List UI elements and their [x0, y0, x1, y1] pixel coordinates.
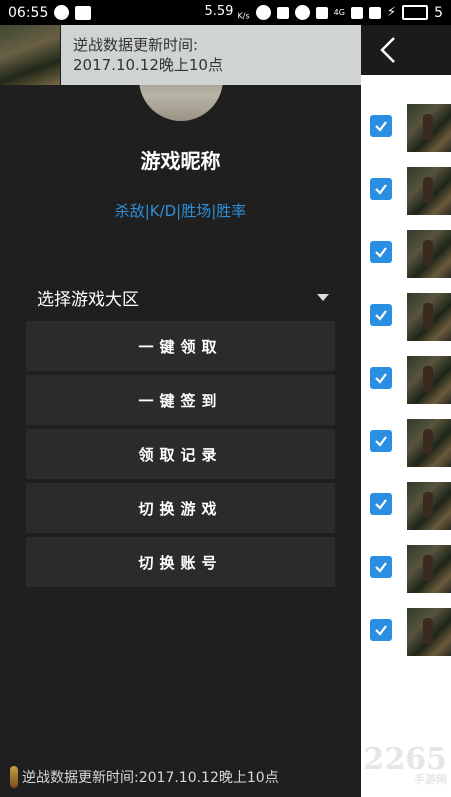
update-notice: 逆战数据更新时间: 2017.10.12晚上10点 — [61, 25, 361, 85]
battery-level: 5 — [434, 4, 443, 21]
check-icon — [375, 310, 387, 321]
game-thumbnail — [407, 545, 451, 593]
game-thumbnail — [407, 167, 451, 215]
footer-text: 逆战数据更新时间:2017.10.12晚上10点 — [22, 770, 279, 786]
list-item[interactable] — [361, 221, 451, 284]
status-bar: 06:55 5.59 K/s 4G ⚡ 5 — [0, 0, 451, 25]
wifi-icon — [315, 6, 328, 19]
claim-history-button[interactable]: 领取记录 — [26, 429, 335, 479]
list-item[interactable] — [361, 599, 451, 662]
game-nickname: 游戏昵称 — [140, 149, 221, 173]
notice-line-2: 2017.10.12晚上10点 — [73, 56, 223, 74]
network-speed: 5.59 K/s — [204, 4, 249, 21]
signal-2-icon — [368, 6, 381, 19]
list-item[interactable] — [361, 284, 451, 347]
game-thumbnail — [407, 230, 451, 278]
watermark-logo: 2265 手游网 — [364, 742, 448, 787]
game-thumbnail — [407, 104, 451, 152]
checkbox[interactable] — [370, 367, 392, 389]
check-icon — [375, 184, 387, 195]
switch-account-button[interactable]: 切换账号 — [26, 537, 335, 587]
network-speed-value: 5.59 — [204, 4, 234, 20]
game-banner-image — [0, 25, 60, 85]
game-thumbnail — [407, 482, 451, 530]
charging-icon: ⚡ — [386, 5, 397, 20]
caret-down-icon — [317, 293, 329, 301]
region-select-label: 选择游戏大区 — [37, 289, 139, 310]
game-thumbnail — [407, 356, 451, 404]
status-bar-right: 5.59 K/s 4G ⚡ 5 — [204, 4, 443, 21]
signal-label: 4G — [333, 8, 345, 17]
notice-line-1: 逆战数据更新时间: — [73, 36, 199, 54]
mute-icon — [276, 6, 289, 19]
chat-notification-icon — [54, 5, 70, 20]
checkbox[interactable] — [370, 304, 392, 326]
flame-icon — [10, 766, 18, 788]
game-thumbnail — [407, 608, 451, 656]
checkbox[interactable] — [370, 619, 392, 641]
check-icon — [375, 247, 387, 258]
checkbox[interactable] — [370, 556, 392, 578]
chevron-left-icon — [380, 37, 395, 63]
player-stats: 杀敌|K/D|胜场|胜率 — [114, 202, 247, 220]
back-button[interactable] — [373, 33, 403, 67]
switch-game-button[interactable]: 切换游戏 — [26, 483, 335, 533]
network-speed-unit: K/s — [237, 11, 250, 21]
checkin-all-button[interactable]: 一键签到 — [26, 375, 335, 425]
signal-icon — [350, 6, 363, 19]
alarm-icon — [294, 5, 310, 20]
checkbox[interactable] — [370, 178, 392, 200]
status-time: 06:55 — [8, 4, 49, 21]
claim-all-button[interactable]: 一键领取 — [26, 321, 335, 371]
checkbox[interactable] — [370, 493, 392, 515]
content-header — [361, 25, 451, 75]
check-icon — [375, 562, 387, 573]
checkbox[interactable] — [370, 241, 392, 263]
check-icon — [375, 436, 387, 447]
check-icon — [375, 625, 387, 636]
checkbox[interactable] — [370, 430, 392, 452]
footer-update-notice: 逆战数据更新时间:2017.10.12晚上10点 — [0, 757, 361, 797]
list-item[interactable] — [361, 536, 451, 599]
game-thumbnail — [407, 293, 451, 341]
check-icon — [375, 499, 387, 510]
checkbox[interactable] — [370, 115, 392, 137]
game-thumbnail — [407, 419, 451, 467]
status-bar-left: 06:55 — [8, 4, 92, 21]
region-select[interactable]: 选择游戏大区 — [37, 282, 337, 312]
list-item[interactable] — [361, 95, 451, 158]
list-item[interactable] — [361, 473, 451, 536]
navigation-drawer: 逆战数据更新时间: 2017.10.12晚上10点 游戏昵称 杀敌|K/D|胜场… — [0, 25, 361, 797]
check-icon — [375, 121, 387, 132]
battery-icon — [402, 5, 429, 20]
check-icon — [375, 373, 387, 384]
list-item[interactable] — [361, 410, 451, 473]
headphone-icon — [255, 5, 271, 20]
content-panel: 2265 手游网 — [361, 25, 451, 797]
image-notification-icon — [75, 5, 92, 20]
list-item[interactable] — [361, 347, 451, 410]
list-item[interactable] — [361, 158, 451, 221]
